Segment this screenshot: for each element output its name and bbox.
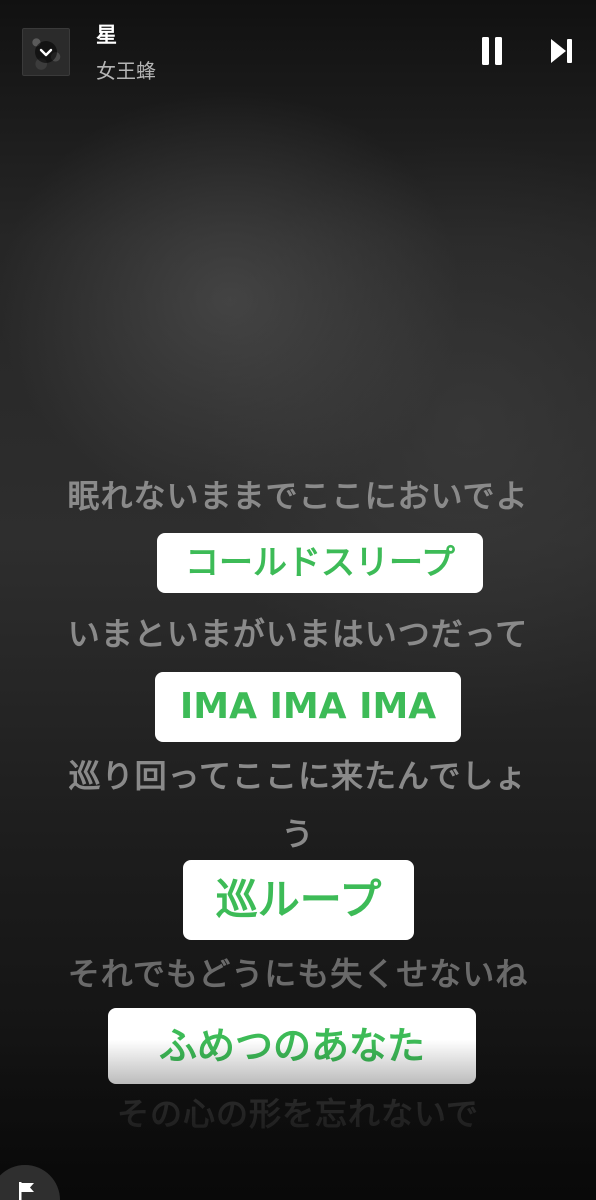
lyrics-screen: 眠れないままでここにおいでよ コールドスリープ いまといまがいまはいつだって I… xyxy=(0,0,596,1200)
pause-icon xyxy=(482,37,502,65)
skip-next-icon xyxy=(551,39,572,63)
lyric-line: 巡り回ってここに来たんでしょ xyxy=(68,757,528,795)
next-button[interactable] xyxy=(546,34,578,68)
lyric-line: いまといまがいまはいつだって xyxy=(67,615,529,653)
lyric-highlight-chip: ふめつのあなた xyxy=(108,1008,476,1084)
song-title: 星 xyxy=(96,23,117,47)
album-art[interactable] xyxy=(22,28,70,76)
now-playing-header: 星 女王蜂 xyxy=(0,0,596,100)
lyric-line: それでもどうにも失くせないね xyxy=(67,955,529,993)
chevron-down-icon[interactable] xyxy=(35,41,57,63)
pause-button[interactable] xyxy=(476,34,508,68)
lyric-line: 眠れないままでここにおいでよ xyxy=(67,477,529,515)
lyrics-panel[interactable]: 眠れないままでここにおいでよ コールドスリープ いまといまがいまはいつだって I… xyxy=(0,0,596,1200)
lyric-line: その心の形を忘れないで xyxy=(116,1095,480,1133)
artist-name[interactable]: 女王蜂 xyxy=(96,58,156,84)
flag-icon xyxy=(19,1182,34,1200)
lyric-highlight-chip: IMA IMA IMA xyxy=(155,672,461,742)
lyric-highlight-chip: コールドスリープ xyxy=(157,533,483,593)
lyric-highlight-chip: 巡ループ xyxy=(183,860,414,940)
lyric-line: う xyxy=(281,815,315,853)
